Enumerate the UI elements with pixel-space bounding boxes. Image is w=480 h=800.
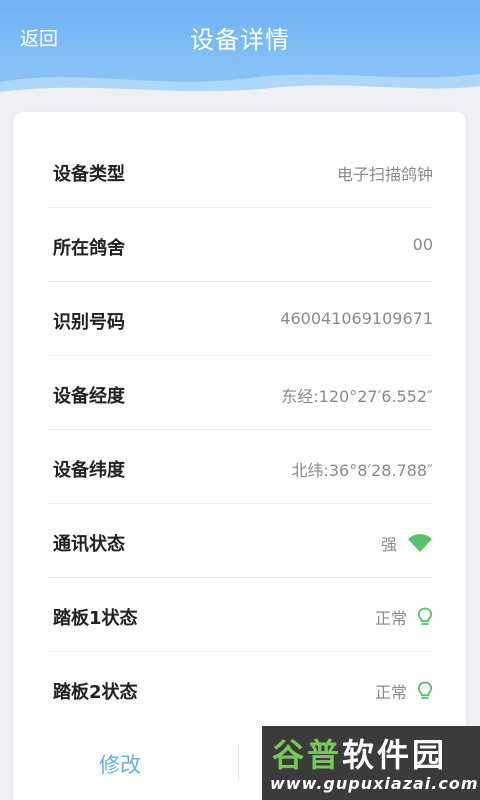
row-label: 通讯状态 [53,534,125,555]
footer-divider [238,743,239,781]
row-value: 强 [381,531,433,555]
row-label: 识别号码 [53,312,125,333]
row-loft: 所在鸽舍 00 [47,208,433,282]
row-longitude: 设备经度 东经:120°27′6.552″ [47,356,433,430]
row-label: 设备纬度 [53,460,125,481]
wifi-signal-icon [407,533,433,553]
site-watermark: 谷普软件园 www.gupuxiazai.com [262,726,480,800]
row-value: 00 [413,235,433,254]
signal-status-value: 强 [380,535,397,554]
row-pedal2-status: 踏板2状态 正常 [47,652,433,726]
pedal1-status-value: 正常 [374,609,407,628]
device-type-value: 电子扫描鸽钟 [336,165,433,184]
app-header: 返回 设备详情 [0,0,480,100]
watermark-title-part2: 软件园 [342,736,448,774]
detail-list: 设备类型 电子扫描鸽钟 所在鸽舍 00 识别号码 460041069109671… [47,134,433,726]
row-device-type: 设备类型 电子扫描鸽钟 [47,134,433,208]
header-wave-decoration [0,74,480,100]
row-pedal1-status: 踏板1状态 正常 [47,578,433,652]
row-id-number: 识别号码 460041069109671 [47,282,433,356]
row-value: 东经:120°27′6.552″ [281,383,433,407]
row-value: 正常 [375,605,433,629]
screen: 返回 设备详情 设备类型 电子扫描鸽钟 所在鸽舍 00 识别号码 4600410… [0,0,480,800]
watermark-url: www.gupuxiazai.com [270,774,479,793]
id-number-value: 460041069109671 [280,309,433,328]
page-title: 设备详情 [190,26,290,54]
row-value: 正常 [375,679,433,703]
watermark-title: 谷普软件园 [272,730,447,776]
device-detail-card: 设备类型 电子扫描鸽钟 所在鸽舍 00 识别号码 460041069109671… [13,112,466,800]
row-value: 460041069109671 [280,309,433,328]
watermark-title-part1: 谷普 [272,736,343,774]
row-label: 踏板2状态 [53,682,138,703]
row-value: 北纬:36°8′28.788″ [291,457,433,481]
row-signal-status: 通讯状态 强 [47,504,433,578]
longitude-value: 东经:120°27′6.552″ [281,387,433,406]
row-label: 设备经度 [53,386,125,407]
row-label: 踏板1状态 [53,608,138,629]
lightbulb-icon [417,681,433,701]
latitude-value: 北纬:36°8′28.788″ [291,461,433,480]
row-latitude: 设备纬度 北纬:36°8′28.788″ [47,430,433,504]
pedal2-status-value: 正常 [374,683,407,702]
row-label: 所在鸽舍 [53,238,125,259]
row-label: 设备类型 [53,164,125,185]
loft-value: 00 [412,235,433,254]
lightbulb-icon [417,607,433,627]
row-value: 电子扫描鸽钟 [337,161,433,185]
edit-button[interactable]: 修改 [99,749,141,779]
